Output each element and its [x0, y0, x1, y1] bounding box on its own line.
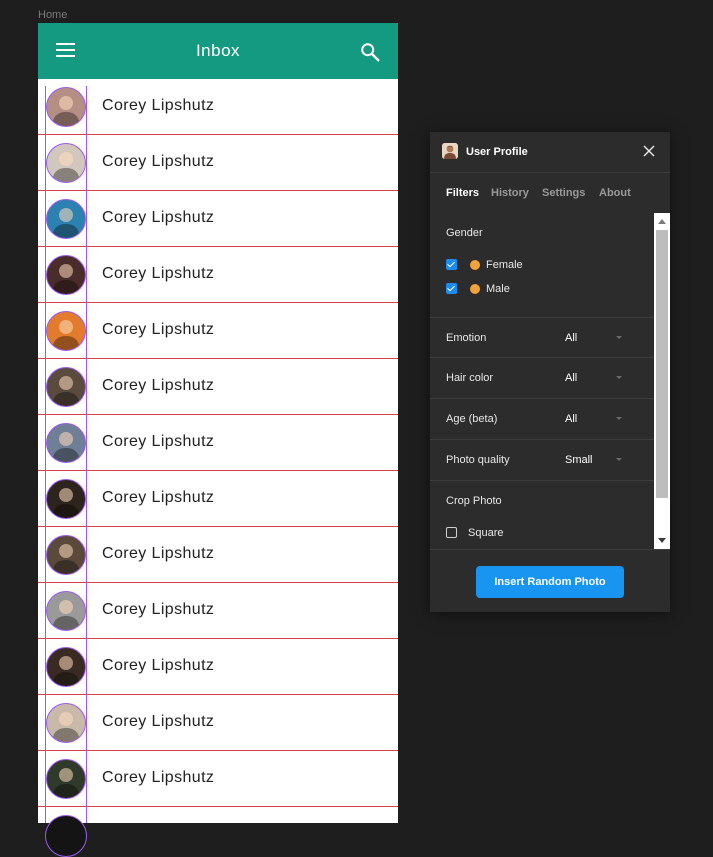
- contact-name: Corey Lipshutz: [102, 601, 215, 618]
- list-item[interactable]: Corey Lipshutz: [38, 583, 398, 639]
- scrollbar-thumb[interactable]: [656, 230, 668, 498]
- panel-title: User Profile: [466, 146, 528, 158]
- photo-quality-label: Photo quality: [446, 454, 510, 466]
- divider: [430, 439, 654, 440]
- avatar: [46, 479, 86, 519]
- frame-label: Home: [38, 9, 68, 21]
- contact-name: Corey Lipshutz: [102, 321, 215, 338]
- avatar: [46, 367, 86, 407]
- contact-name: Corey Lipshutz: [102, 433, 215, 450]
- age-value: All: [565, 413, 578, 425]
- avatar: [46, 759, 86, 799]
- crop-photo-title: Crop Photo: [446, 495, 502, 507]
- avatar: [46, 703, 86, 743]
- list-item[interactable]: Corey Lipshutz: [38, 303, 398, 359]
- tab-history[interactable]: History: [491, 187, 529, 199]
- list-item[interactable]: Corey Lipshutz: [38, 79, 398, 135]
- insert-random-photo-button[interactable]: Insert Random Photo: [476, 566, 624, 598]
- contact-name: Corey Lipshutz: [102, 657, 215, 674]
- list-item[interactable]: Corey Lipshutz: [38, 639, 398, 695]
- contact-name: Corey Lipshutz: [102, 377, 215, 394]
- emotion-value: All: [565, 332, 578, 344]
- avatar: [46, 143, 86, 183]
- search-icon[interactable]: [359, 41, 381, 63]
- contact-name: Corey Lipshutz: [102, 489, 215, 506]
- emotion-select[interactable]: All: [564, 332, 624, 346]
- list-item[interactable]: Corey Lipshutz: [38, 247, 398, 303]
- woman-emoji-icon: [470, 260, 480, 270]
- phone-frame: Inbox Corey Lipshutz Corey Lipshutz Corey …: [38, 23, 398, 823]
- male-checkbox[interactable]: [446, 283, 457, 294]
- divider: [430, 357, 654, 358]
- close-icon[interactable]: [642, 144, 656, 158]
- female-label: Female: [486, 259, 523, 271]
- contact-name: Corey Lipshutz: [102, 153, 215, 170]
- avatar: [46, 311, 86, 351]
- panel-footer: Insert Random Photo: [430, 549, 670, 613]
- chevron-down-icon: [616, 336, 622, 339]
- divider: [430, 398, 654, 399]
- list-item[interactable]: Corey Lipshutz: [38, 191, 398, 247]
- app-bar: Inbox: [38, 23, 398, 79]
- panel-header: User Profile: [430, 132, 670, 173]
- tab-settings[interactable]: Settings: [542, 187, 585, 199]
- chevron-down-icon: [616, 376, 622, 379]
- list-item[interactable]: Corey Lipshutz: [38, 471, 398, 527]
- male-label: Male: [486, 283, 510, 295]
- emotion-label: Emotion: [446, 332, 487, 344]
- contact-name: Corey Lipshutz: [102, 97, 215, 114]
- hair-color-select[interactable]: All: [564, 372, 624, 386]
- tab-about[interactable]: About: [599, 187, 631, 199]
- hair-color-value: All: [565, 372, 578, 384]
- photo-quality-value: Small: [565, 454, 593, 466]
- gender-title: Gender: [446, 227, 483, 239]
- filters-content: Gender Female Male Emotion All Hair colo…: [430, 213, 654, 549]
- plugin-panel: User Profile Filters History Settings Ab…: [430, 132, 670, 612]
- contact-name: Corey Lipshutz: [102, 713, 215, 730]
- divider: [430, 480, 654, 481]
- chevron-down-icon: [616, 458, 622, 461]
- scroll-up-icon[interactable]: [658, 219, 666, 224]
- contact-name: Corey Lipshutz: [102, 209, 215, 226]
- avatar: [46, 255, 86, 295]
- square-checkbox[interactable]: [446, 527, 457, 538]
- man-emoji-icon: [470, 284, 480, 294]
- list-item[interactable]: Corey Lipshutz: [38, 751, 398, 807]
- age-label: Age (beta): [446, 413, 498, 425]
- list-item[interactable]: Corey Lipshutz: [38, 527, 398, 583]
- panel-scrollbar[interactable]: [654, 213, 670, 549]
- contact-name: Corey Lipshutz: [102, 545, 215, 562]
- avatar: [46, 423, 86, 463]
- age-select[interactable]: All: [564, 413, 624, 427]
- avatar: [46, 647, 86, 687]
- avatar: [46, 591, 86, 631]
- list-item[interactable]: Corey Lipshutz: [38, 359, 398, 415]
- contact-name: Corey Lipshutz: [102, 769, 215, 786]
- hair-color-label: Hair color: [446, 372, 494, 384]
- contact-list: Corey Lipshutz Corey Lipshutz Corey Lipshu…: [38, 79, 398, 807]
- avatar: [46, 87, 86, 127]
- scroll-down-icon[interactable]: [658, 538, 666, 543]
- avatar: [46, 199, 86, 239]
- list-item[interactable]: Corey Lipshutz: [38, 415, 398, 471]
- app-title: Inbox: [195, 41, 241, 60]
- list-item[interactable]: Corey Lipshutz: [38, 695, 398, 751]
- female-checkbox[interactable]: [446, 259, 457, 270]
- tab-filters[interactable]: Filters: [446, 187, 479, 199]
- square-label: Square: [468, 527, 504, 539]
- avatar[interactable]: [45, 815, 87, 857]
- avatar: [46, 535, 86, 575]
- list-item[interactable]: Corey Lipshutz: [38, 135, 398, 191]
- user-profile-logo-icon: [442, 143, 458, 159]
- photo-quality-select[interactable]: Small: [564, 454, 624, 468]
- chevron-down-icon: [616, 417, 622, 420]
- contact-name: Corey Lipshutz: [102, 265, 215, 282]
- divider: [430, 317, 654, 318]
